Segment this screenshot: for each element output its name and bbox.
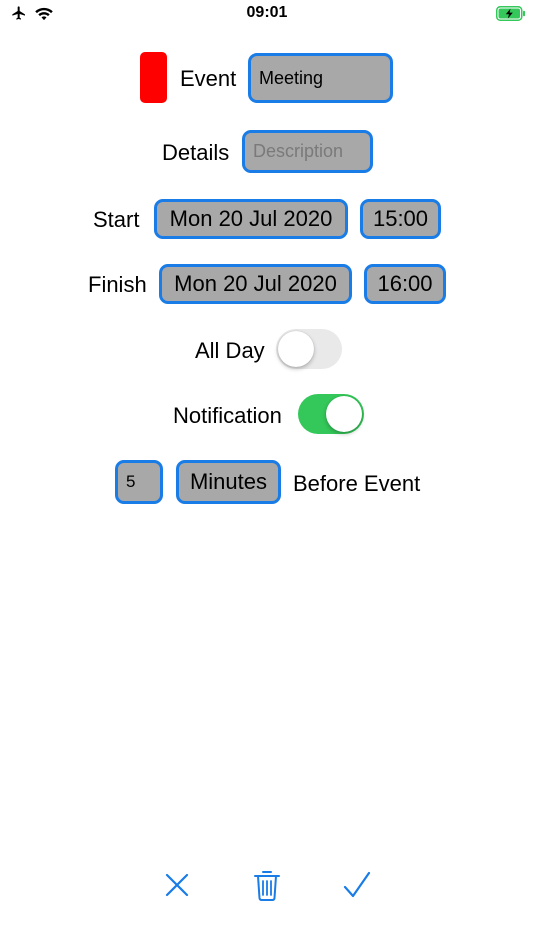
finish-date-button[interactable]: Mon 20 Jul 2020 xyxy=(159,264,352,304)
event-label: Event xyxy=(180,66,237,91)
start-date-button[interactable]: Mon 20 Jul 2020 xyxy=(154,199,348,239)
confirm-button[interactable] xyxy=(340,868,374,907)
reminder-unit-value: Minutes xyxy=(189,469,268,494)
close-icon xyxy=(165,873,189,897)
start-label: Start xyxy=(93,207,140,232)
trash-icon xyxy=(254,871,280,901)
delete-button[interactable] xyxy=(250,868,284,907)
event-name-value: Meeting xyxy=(259,67,324,88)
reminder-amount-field[interactable]: 5 xyxy=(115,460,163,504)
all-day-toggle-knob xyxy=(278,331,314,367)
battery-icon xyxy=(496,6,526,26)
finish-label: Finish xyxy=(88,272,147,297)
details-field[interactable]: Description xyxy=(242,130,373,173)
start-date-value: Mon 20 Jul 2020 xyxy=(169,206,333,231)
reminder-unit-button[interactable]: Minutes xyxy=(176,460,281,504)
finish-time-button[interactable]: 16:00 xyxy=(364,264,446,304)
status-time: 09:01 xyxy=(246,4,288,21)
event-name-field[interactable]: Meeting xyxy=(248,53,393,103)
start-time-button[interactable]: 15:00 xyxy=(360,199,441,239)
notification-toggle[interactable] xyxy=(298,394,364,434)
finish-date-value: Mon 20 Jul 2020 xyxy=(174,271,337,296)
cancel-button[interactable] xyxy=(160,868,194,907)
reminder-amount-value: 5 xyxy=(126,472,136,491)
start-time-value: 15:00 xyxy=(372,206,429,231)
reminder-suffix-label: Before Event xyxy=(293,471,421,496)
checkmark-icon xyxy=(343,871,371,898)
details-label: Details xyxy=(162,140,230,165)
all-day-label: All Day xyxy=(195,338,265,363)
notification-label: Notification xyxy=(173,403,282,428)
event-color-swatch[interactable] xyxy=(140,52,167,103)
details-placeholder: Description xyxy=(253,141,344,161)
finish-time-value: 16:00 xyxy=(377,271,433,296)
notification-toggle-knob xyxy=(326,396,362,432)
all-day-toggle[interactable] xyxy=(276,329,342,369)
